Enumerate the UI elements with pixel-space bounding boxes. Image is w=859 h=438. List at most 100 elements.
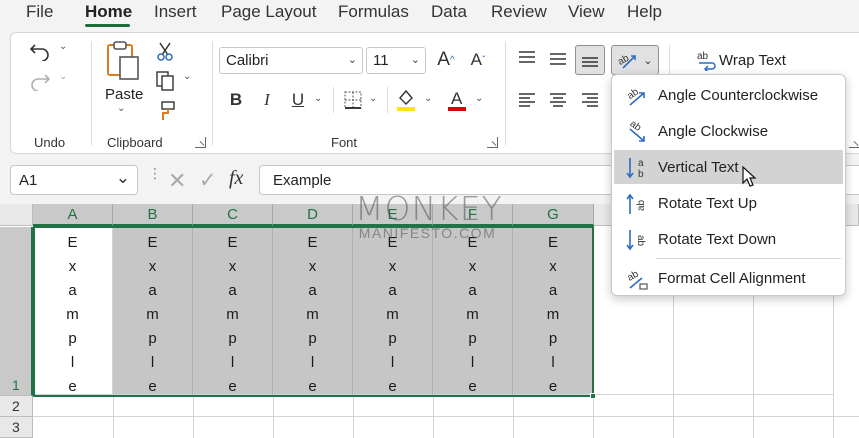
column-header-f[interactable]: F bbox=[433, 204, 513, 226]
fill-handle[interactable] bbox=[590, 393, 596, 399]
gridline bbox=[593, 395, 594, 438]
borders-dropdown-chevron-icon[interactable] bbox=[369, 93, 377, 104]
paste-dropdown-chevron-icon[interactable] bbox=[117, 103, 125, 114]
menu-item-vertical-text[interactable]: ab Vertical Text bbox=[614, 150, 843, 187]
orientation-icon: ab bbox=[617, 50, 639, 70]
svg-text:A: A bbox=[451, 89, 463, 108]
align-right-icon[interactable] bbox=[577, 87, 603, 113]
tab-formulas[interactable]: Formulas bbox=[338, 2, 409, 22]
row-header-2[interactable]: 2 bbox=[0, 396, 33, 417]
copy-icon[interactable] bbox=[153, 69, 177, 93]
undo-dropdown-chevron-icon[interactable] bbox=[59, 41, 67, 52]
gridline bbox=[433, 395, 434, 438]
select-all-corner[interactable] bbox=[0, 204, 33, 226]
tab-review[interactable]: Review bbox=[491, 2, 547, 22]
tab-page-layout[interactable]: Page Layout bbox=[221, 2, 316, 22]
tab-view[interactable]: View bbox=[568, 2, 605, 22]
fill-color-dropdown-chevron-icon[interactable] bbox=[424, 93, 432, 104]
group-label-font: Font bbox=[331, 135, 358, 150]
tab-home[interactable]: Home bbox=[85, 2, 132, 22]
insert-function-icon[interactable]: fx bbox=[229, 167, 243, 190]
tab-data[interactable]: Data bbox=[431, 2, 467, 22]
svg-text:ab: ab bbox=[625, 86, 641, 102]
redo-dropdown-chevron-icon[interactable] bbox=[59, 71, 67, 82]
orientation-button[interactable]: ab ⌄ bbox=[611, 45, 659, 75]
cell-b1[interactable]: Example bbox=[113, 227, 193, 395]
active-tab-indicator bbox=[85, 24, 130, 27]
menu-separator bbox=[656, 258, 841, 259]
cell-a1[interactable]: Example bbox=[33, 227, 113, 395]
column-header-d[interactable]: D bbox=[273, 204, 353, 226]
column-header-e[interactable]: E bbox=[353, 204, 433, 226]
font-color-icon[interactable]: A bbox=[445, 87, 469, 113]
alignment-dialog-launcher-icon[interactable] bbox=[849, 137, 859, 148]
cut-icon[interactable] bbox=[153, 39, 177, 63]
gridline bbox=[513, 395, 514, 438]
svg-text:a: a bbox=[638, 158, 644, 169]
cell-g1[interactable]: Example bbox=[513, 227, 594, 395]
gridline bbox=[273, 395, 274, 438]
middle-align-icon[interactable] bbox=[545, 45, 571, 71]
menu-item-angle-counterclockwise[interactable]: ab Angle Counterclockwise bbox=[614, 78, 843, 112]
decrease-font-size-icon[interactable]: Aˇ bbox=[465, 47, 491, 73]
menu-item-rotate-text-down[interactable]: ab Rotate Text Down bbox=[614, 222, 843, 256]
group-separator bbox=[505, 41, 506, 145]
underline-dropdown-chevron-icon[interactable] bbox=[314, 93, 322, 104]
font-name-box[interactable]: Calibri ⌄ bbox=[219, 47, 363, 74]
align-center-icon[interactable] bbox=[545, 87, 571, 113]
fill-color-swatch bbox=[397, 107, 415, 111]
paste-label[interactable]: Paste bbox=[105, 86, 143, 103]
font-separator bbox=[387, 87, 388, 113]
bold-icon[interactable]: B bbox=[225, 87, 247, 113]
column-header-c[interactable]: C bbox=[193, 204, 273, 226]
font-size-dropdown-chevron-icon[interactable]: ⌄ bbox=[411, 48, 420, 73]
font-size-box[interactable]: 11 ⌄ bbox=[366, 47, 426, 74]
column-header-g[interactable]: G bbox=[513, 204, 594, 226]
row-header-1[interactable]: 1 bbox=[0, 227, 33, 396]
menu-item-rotate-text-up[interactable]: ab Rotate Text Up bbox=[614, 186, 843, 220]
undo-icon[interactable] bbox=[27, 39, 53, 63]
cancel-icon[interactable]: ✕ bbox=[168, 168, 186, 194]
cell-f1[interactable]: Example bbox=[433, 227, 513, 395]
column-header-a[interactable]: A bbox=[33, 204, 113, 226]
fill-color-icon[interactable] bbox=[394, 87, 418, 113]
tab-help[interactable]: Help bbox=[627, 2, 662, 22]
name-box[interactable]: A1 ⌄ bbox=[10, 165, 138, 195]
tab-insert[interactable]: Insert bbox=[154, 2, 197, 22]
copy-dropdown-chevron-icon[interactable] bbox=[183, 71, 191, 82]
cell-e1[interactable]: Example bbox=[353, 227, 433, 395]
angle-counterclockwise-icon: ab bbox=[624, 83, 650, 109]
top-align-icon[interactable] bbox=[514, 45, 540, 71]
clipboard-dialog-launcher-icon[interactable] bbox=[195, 137, 206, 148]
wrap-text-label[interactable]: Wrap Text bbox=[719, 52, 786, 69]
bottom-align-icon[interactable] bbox=[575, 45, 605, 75]
name-box-dropdown-chevron-icon[interactable]: ⌄ bbox=[116, 168, 130, 188]
format-painter-icon[interactable] bbox=[153, 99, 177, 123]
paste-icon[interactable] bbox=[103, 39, 143, 83]
borders-icon[interactable] bbox=[341, 87, 365, 113]
angle-clockwise-icon: ab bbox=[624, 118, 650, 145]
group-separator bbox=[91, 41, 92, 145]
formula-bar-grip-icon[interactable]: ⋮ bbox=[148, 166, 162, 190]
gridline bbox=[353, 395, 354, 438]
menu-item-angle-clockwise[interactable]: ab Angle Clockwise bbox=[614, 114, 843, 148]
enter-icon[interactable]: ✓ bbox=[199, 168, 217, 193]
cell-d1[interactable]: Example bbox=[273, 227, 353, 395]
wrap-text-icon[interactable]: ab bbox=[695, 47, 719, 73]
underline-icon[interactable]: U bbox=[287, 87, 309, 113]
row-header-3[interactable]: 3 bbox=[0, 417, 33, 438]
font-dialog-launcher-icon[interactable] bbox=[487, 137, 498, 148]
menu-item-format-cell-alignment[interactable]: ab Format Cell Alignment bbox=[614, 261, 843, 295]
font-name-dropdown-chevron-icon[interactable]: ⌄ bbox=[348, 48, 357, 73]
italic-icon[interactable]: I bbox=[256, 87, 278, 113]
tab-file[interactable]: File bbox=[26, 2, 53, 22]
font-size-value: 11 bbox=[373, 52, 389, 69]
increase-font-size-icon[interactable]: A ^ bbox=[433, 47, 459, 73]
redo-icon[interactable] bbox=[27, 69, 53, 93]
orientation-menu: ab Angle Counterclockwise ab Angle Clock… bbox=[611, 74, 846, 296]
font-color-dropdown-chevron-icon[interactable] bbox=[475, 93, 483, 104]
column-header-b[interactable]: B bbox=[113, 204, 193, 226]
cell-c1[interactable]: Example bbox=[193, 227, 273, 395]
align-left-icon[interactable] bbox=[514, 87, 540, 113]
name-box-value: A1 bbox=[19, 172, 38, 189]
